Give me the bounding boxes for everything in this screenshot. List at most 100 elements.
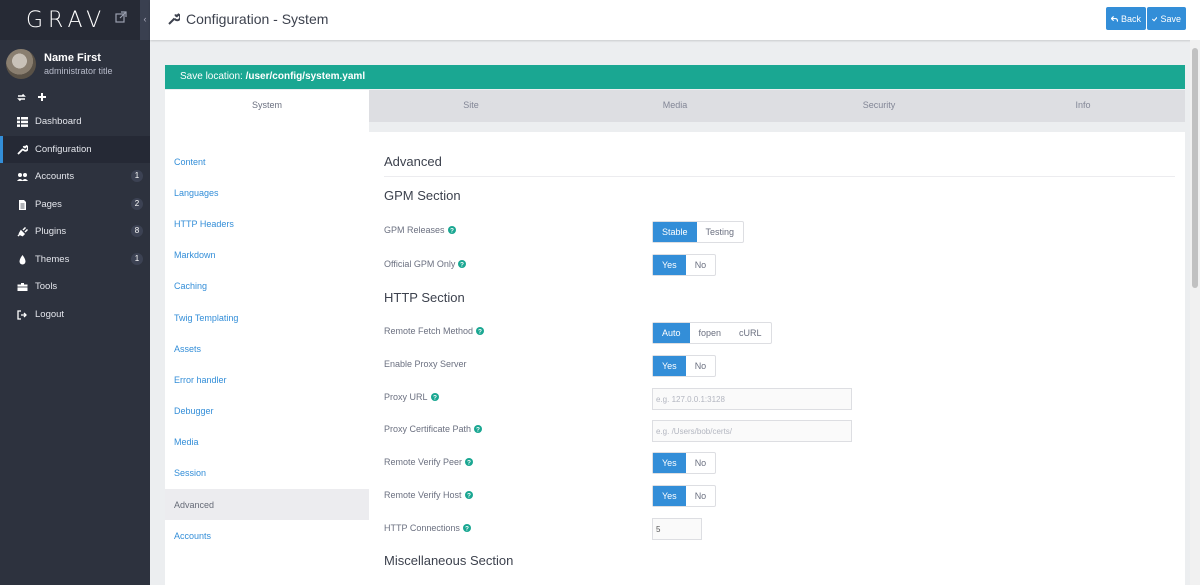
grav-logo[interactable]: GRAV <box>26 8 106 33</box>
label-text: Proxy URL <box>384 392 428 402</box>
briefcase-icon <box>17 283 28 291</box>
help-icon[interactable]: ? <box>476 327 485 335</box>
nav-item-themes[interactable]: Themes 1 <box>0 246 150 274</box>
system-subnav: Content Languages HTTP Headers Markdown … <box>165 122 369 585</box>
label-text: HTTP Connections <box>384 523 460 533</box>
option-stable[interactable]: Stable <box>653 222 697 242</box>
http-connections-input[interactable] <box>652 518 702 540</box>
user-profile[interactable]: Name First administrator title <box>0 40 150 90</box>
plus-icon[interactable] <box>37 92 47 102</box>
back-button[interactable]: Back <box>1106 7 1146 30</box>
avatar[interactable] <box>6 49 36 79</box>
divider <box>384 176 1175 177</box>
subnav-item-content[interactable]: Content <box>165 146 369 177</box>
option-no[interactable]: No <box>686 486 716 506</box>
subnav-item-session[interactable]: Session <box>165 458 369 489</box>
nav-item-accounts[interactable]: Accounts 1 <box>0 163 150 191</box>
nav-label: Configuration <box>35 143 92 155</box>
back-label: Back <box>1120 13 1141 24</box>
nav-item-dashboard[interactable]: Dashboard <box>0 108 150 136</box>
page-header: Configuration - System <box>168 11 328 27</box>
logo-bar: GRAV ‹ <box>0 0 150 40</box>
tab-media[interactable]: Media <box>573 90 777 122</box>
subnav-item-advanced[interactable]: Advanced <box>165 489 369 521</box>
external-link-icon[interactable] <box>115 11 127 23</box>
option-testing[interactable]: Testing <box>697 222 744 242</box>
proxy-url-input[interactable] <box>652 388 852 410</box>
option-yes[interactable]: Yes <box>653 356 686 376</box>
tab-info[interactable]: Info <box>981 90 1185 122</box>
enable-proxy-toggle: Yes No <box>652 355 717 377</box>
nav-item-tools[interactable]: Tools <box>0 273 150 301</box>
wrench-icon <box>17 144 28 155</box>
official-gpm-only-label: Official GPM Only ? <box>384 259 467 269</box>
page-title: Configuration - System <box>186 11 329 27</box>
dashboard-icon <box>17 117 28 127</box>
nav-label: Accounts <box>35 171 75 183</box>
subnav-item-markdown[interactable]: Markdown <box>165 240 369 271</box>
nav-label: Pages <box>35 198 62 210</box>
label-text: Proxy Certificate Path <box>384 424 472 434</box>
help-icon[interactable]: ? <box>430 393 439 401</box>
remote-fetch-method-label: Remote Fetch Method ? <box>384 326 485 336</box>
subnav-item-twig-templating[interactable]: Twig Templating <box>165 302 369 333</box>
sidebar: GRAV ‹ Name First administrator title Da… <box>0 0 150 585</box>
gpm-section-heading: GPM Section <box>384 188 461 203</box>
svg-text:?: ? <box>467 492 471 499</box>
option-auto[interactable]: Auto <box>653 323 690 343</box>
remote-verify-host-toggle: Yes No <box>652 485 717 507</box>
svg-text:?: ? <box>460 261 464 268</box>
save-location-path: /user/config/system.yaml <box>245 71 366 82</box>
proxy-certificate-path-input[interactable] <box>652 420 852 442</box>
option-no[interactable]: No <box>686 356 716 376</box>
option-yes[interactable]: Yes <box>653 453 686 473</box>
help-icon[interactable]: ? <box>474 425 483 433</box>
subnav-item-media[interactable]: Media <box>165 427 369 458</box>
proxy-url-label: Proxy URL ? <box>384 392 439 402</box>
option-curl[interactable]: cURL <box>730 323 771 343</box>
user-title: administrator title <box>44 66 113 76</box>
subnav-item-languages[interactable]: Languages <box>165 177 369 208</box>
label-text: Remote Verify Host <box>384 490 462 500</box>
nav-item-plugins[interactable]: Plugins 8 <box>0 218 150 246</box>
quick-actions <box>16 92 47 104</box>
tab-site[interactable]: Site <box>369 90 573 122</box>
help-icon[interactable]: ? <box>458 260 467 268</box>
save-button[interactable]: Save <box>1147 7 1186 30</box>
nav-item-configuration[interactable]: Configuration <box>0 135 150 163</box>
label-text: Official GPM Only <box>384 259 456 269</box>
miscellaneous-section-heading: Miscellaneous Section <box>384 553 514 568</box>
svg-text:?: ? <box>450 227 454 234</box>
http-section-heading: HTTP Section <box>384 290 465 305</box>
refresh-icon[interactable] <box>16 92 27 103</box>
tab-system[interactable]: System <box>165 90 369 122</box>
proxy-certificate-path-label: Proxy Certificate Path ? <box>384 424 483 434</box>
subnav-item-accounts[interactable]: Accounts <box>165 520 369 551</box>
nav-badge: 8 <box>131 225 143 237</box>
panel-title: Advanced <box>384 154 442 169</box>
sidebar-collapse-button[interactable]: ‹ <box>140 0 150 40</box>
subnav-item-assets[interactable]: Assets <box>165 333 369 364</box>
save-location-bar: Save location: /user/config/system.yaml <box>165 65 1185 89</box>
option-fopen[interactable]: fopen <box>690 323 731 343</box>
subnav-item-caching[interactable]: Caching <box>165 271 369 302</box>
nav-label: Plugins <box>35 226 67 238</box>
subnav-item-error-handler[interactable]: Error handler <box>165 364 369 395</box>
nav-label: Tools <box>35 281 58 293</box>
subnav-item-http-headers[interactable]: HTTP Headers <box>165 208 369 239</box>
option-yes[interactable]: Yes <box>653 486 686 506</box>
help-icon[interactable]: ? <box>464 491 473 499</box>
option-yes[interactable]: Yes <box>653 255 686 275</box>
check-icon <box>1152 16 1158 22</box>
option-no[interactable]: No <box>686 453 716 473</box>
scrollbar-thumb[interactable] <box>1192 48 1198 288</box>
help-icon[interactable]: ? <box>462 524 471 532</box>
tab-security[interactable]: Security <box>777 90 981 122</box>
nav-item-logout[interactable]: Logout <box>0 301 150 329</box>
page-scrollbar[interactable] <box>1190 40 1200 585</box>
option-no[interactable]: No <box>686 255 716 275</box>
subnav-item-debugger[interactable]: Debugger <box>165 396 369 427</box>
help-icon[interactable]: ? <box>447 226 456 234</box>
help-icon[interactable]: ? <box>465 458 474 466</box>
nav-item-pages[interactable]: Pages 2 <box>0 191 150 219</box>
